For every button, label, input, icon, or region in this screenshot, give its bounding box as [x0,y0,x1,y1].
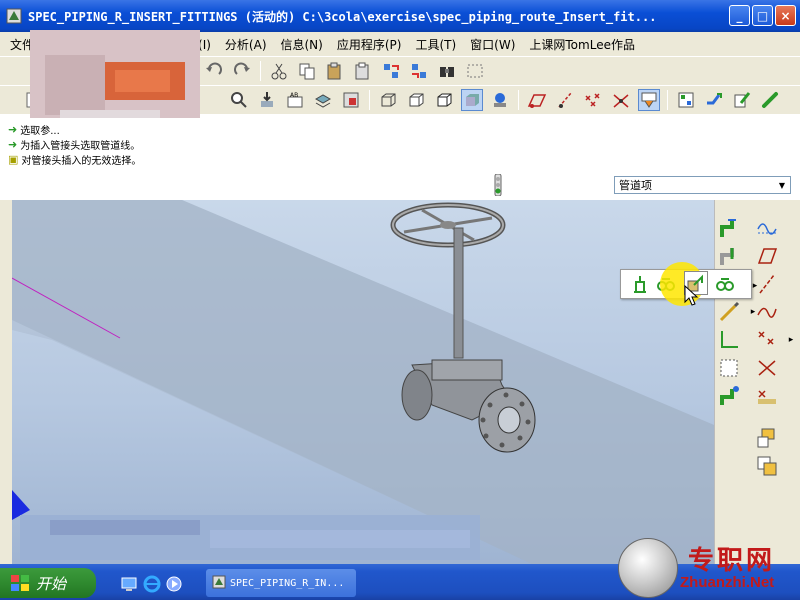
pixelated-block [45,55,105,115]
close-icon: × [780,8,791,23]
spline-icon[interactable] [755,216,779,240]
model-tree-icon[interactable] [489,89,511,111]
inlet-flange [401,369,433,421]
point-analysis-icon[interactable] [755,384,779,408]
ie-icon[interactable] [143,575,161,593]
paste-special-icon[interactable] [352,60,374,82]
datum-axis-icon[interactable] [554,89,576,111]
media-player-icon[interactable] [165,575,183,593]
select-box-icon[interactable] [464,60,486,82]
regenerate-icon[interactable] [380,60,402,82]
layers-icon[interactable] [312,89,334,111]
windows-flag-icon [11,575,29,591]
warning-icon: ▣ [8,153,19,166]
maximize-icon: □ [756,8,769,23]
section-icon[interactable] [717,356,741,380]
message-line: ➜ 为插入管接头选取管道线。 [8,138,141,152]
left-edge [0,200,12,564]
plane-icon[interactable] [755,244,779,268]
zoom-icon[interactable] [228,89,250,111]
coord-sys-icon[interactable] [610,89,632,111]
title-bar[interactable]: SPEC_PIPING_R_INSERT_FITTINGS (活动的) C:\3… [0,0,800,32]
message-line: ▣ 对管接头插入的无效选择。 [8,153,142,167]
no-hidden-icon[interactable] [433,89,455,111]
arrow-icon: ➜ [8,123,18,136]
chevron-down-icon: ▼ [778,180,786,190]
axis-icon[interactable] [755,272,779,296]
annotation-icon[interactable] [638,89,660,111]
menu-tools[interactable]: 工具(T) [415,36,456,53]
pixelated-block [50,520,200,535]
svg-text:AB: AB [290,92,298,99]
toolbar-separator [260,61,261,81]
selection-filter-select[interactable]: 管道项 ▼ [614,176,791,194]
redo-icon[interactable] [231,60,253,82]
cut-icon[interactable] [268,60,290,82]
minimize-icon: _ [736,8,743,23]
reorient-icon[interactable] [256,89,278,111]
toolbar-separator [667,90,668,110]
pipe-insert-icon[interactable] [759,89,781,111]
app-icon [212,575,226,589]
route-pipeline-icon[interactable] [675,89,697,111]
menu-window[interactable]: 窗口(W) [470,36,515,53]
taskbar-window-button[interactable]: SPEC_PIPING_R_IN... [206,569,356,597]
window-title: SPEC_PIPING_R_INSERT_FITTINGS (活动的) C:\3… [28,9,657,24]
insert-tee-button[interactable] [712,272,738,296]
insert-valve-icon[interactable] [627,272,653,296]
menu-analysis[interactable]: 分析(A) [225,36,267,53]
component-icon[interactable] [755,454,779,478]
start-button[interactable]: 开始 [0,568,96,598]
pixelated-block [210,530,470,548]
graphics-viewport[interactable] [12,200,714,564]
shading-icon[interactable] [461,89,483,111]
traffic-light-icon [494,174,502,196]
copy-icon[interactable] [296,60,318,82]
flyout-arrow-icon[interactable]: ▸ [779,328,800,352]
right-tool-palette: ▸ ▸ ▸ [714,200,800,564]
regen-manager-icon[interactable] [408,60,430,82]
pipe-segment-icon[interactable] [717,384,741,408]
corner-icon[interactable] [717,328,741,352]
pixelated-block [115,70,170,92]
close-button[interactable]: × [775,5,796,26]
watermark-brand: 专职网 [688,546,776,576]
datum-point-icon[interactable] [582,89,604,111]
message-line: ➜ 选取参... [8,123,60,137]
watermark-logo [618,538,678,598]
hidden-line-icon[interactable] [405,89,427,111]
menu-tomlee[interactable]: 上课网TomLee作品 [529,36,635,53]
datum-plane-icon[interactable] [526,89,548,111]
route-pipe-icon[interactable] [717,216,741,240]
app-icon [6,8,22,24]
sketch-icon[interactable] [717,300,741,324]
undo-icon[interactable] [203,60,225,82]
saved-views-icon[interactable]: AB [284,89,306,111]
toolbar-separator [369,90,370,110]
pipe-flow-icon[interactable] [703,89,725,111]
wireframe-icon[interactable] [377,89,399,111]
coordinate-system-icon[interactable] [755,356,779,380]
find-icon[interactable] [436,60,458,82]
arrow-icon: ➜ [8,138,18,151]
toolbar-separator [518,90,519,110]
menu-info[interactable]: 信息(N) [281,36,323,53]
watermark-url: Zhuanzhi.Net [680,574,775,591]
model-scene [12,200,714,564]
insert-tee-icon [716,278,734,291]
menu-applications[interactable]: 应用程序(P) [337,36,402,53]
desktop-icon[interactable] [120,575,138,593]
floor-plane-light [12,200,714,564]
datum-points-icon[interactable] [755,328,779,352]
mouse-cursor-icon [684,285,699,306]
pipe-edit-icon[interactable] [731,89,753,111]
minimize-button[interactable]: _ [729,5,750,26]
view-manager-icon[interactable] [340,89,362,111]
curve-icon[interactable] [755,300,779,324]
valve-stem [453,227,464,359]
assembly-icon[interactable] [755,426,779,450]
paste-icon[interactable] [324,60,346,82]
follow-pipe-icon[interactable] [717,244,741,268]
maximize-button[interactable]: □ [752,5,773,26]
